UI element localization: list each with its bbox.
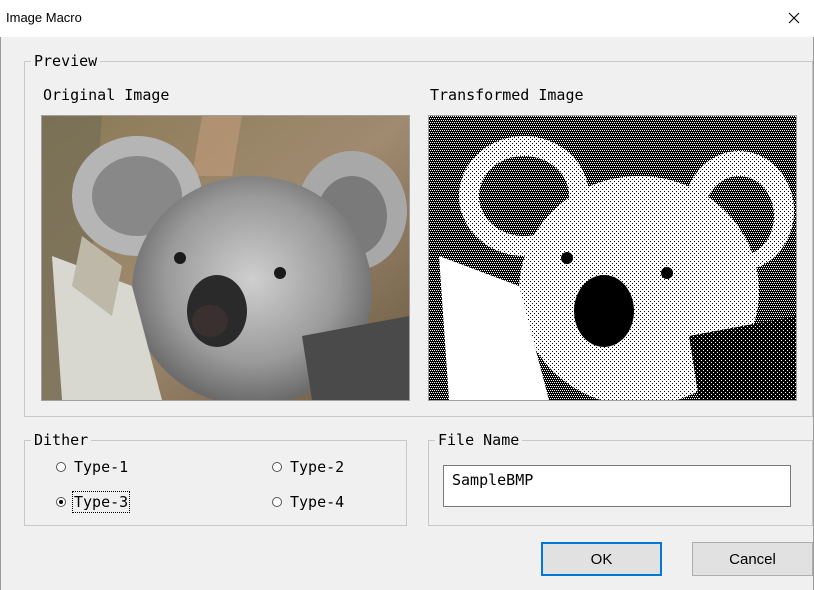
dither-type-4-label: Type-4 xyxy=(290,493,345,511)
dither-type-1-label: Type-1 xyxy=(74,458,129,476)
file-name-input[interactable]: SampleBMP xyxy=(443,465,791,507)
dither-group: Dither xyxy=(24,432,407,526)
cancel-button[interactable]: Cancel xyxy=(692,542,813,576)
original-image xyxy=(41,115,410,401)
ok-button[interactable]: OK xyxy=(541,542,662,576)
radio-unchecked-icon xyxy=(56,462,66,472)
window-border xyxy=(0,0,1,590)
title-bar[interactable]: Image Macro xyxy=(0,0,814,37)
dither-type-1-radio[interactable]: Type-1 xyxy=(56,458,128,476)
transformed-image xyxy=(428,115,797,401)
window-title: Image Macro xyxy=(6,10,82,25)
close-button[interactable] xyxy=(774,0,814,36)
radio-checked-icon xyxy=(56,497,66,507)
preview-legend: Preview xyxy=(34,52,98,70)
dither-type-4-radio[interactable]: Type-4 xyxy=(272,493,344,511)
dither-type-2-label: Type-2 xyxy=(290,458,345,476)
dither-type-2-radio[interactable]: Type-2 xyxy=(272,458,344,476)
radio-unchecked-icon xyxy=(272,462,282,472)
koala-photo-color-icon xyxy=(42,116,409,400)
radio-unchecked-icon xyxy=(272,497,282,507)
original-image-label: Original Image xyxy=(43,86,170,104)
koala-photo-dithered-icon xyxy=(429,116,796,400)
dither-type-3-label: Type-3 xyxy=(71,491,131,513)
close-icon xyxy=(788,12,800,24)
dither-legend: Dither xyxy=(34,431,89,449)
transformed-image-label: Transformed Image xyxy=(430,86,584,104)
file-name-legend: File Name xyxy=(438,431,520,449)
dither-type-3-radio[interactable]: Type-3 xyxy=(56,491,131,513)
